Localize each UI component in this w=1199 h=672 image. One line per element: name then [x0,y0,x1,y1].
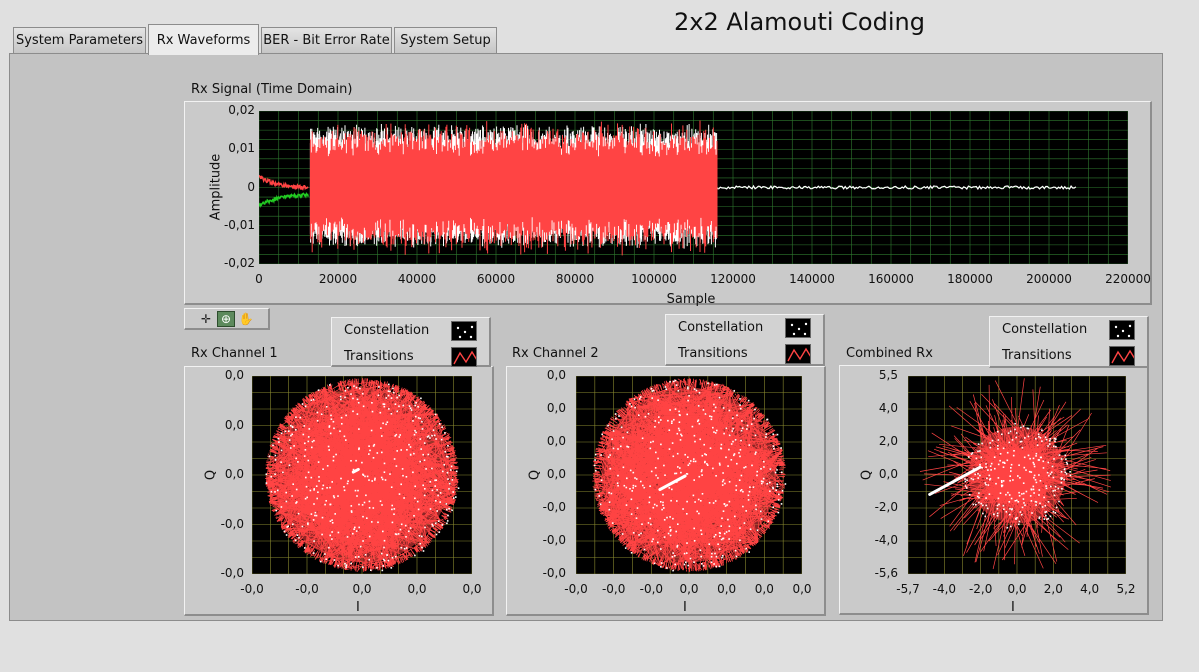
pan-hand-icon[interactable]: ✋ [237,311,255,327]
zoom-icon[interactable]: ⊕ [217,310,235,327]
tab-ber[interactable]: BER - Bit Error Rate [261,27,392,53]
app-title: 2x2 Alamouti Coding [674,8,925,36]
tab-rx-waveforms[interactable]: Rx Waveforms [148,24,259,55]
graph-palette: ✛ ⊕ ✋ [184,308,270,330]
tab-system-setup[interactable]: System Setup [394,27,497,53]
cursor-move-icon[interactable]: ✛ [197,311,215,327]
tab-panel [9,53,1163,621]
tab-system-parameters[interactable]: System Parameters [13,27,146,53]
